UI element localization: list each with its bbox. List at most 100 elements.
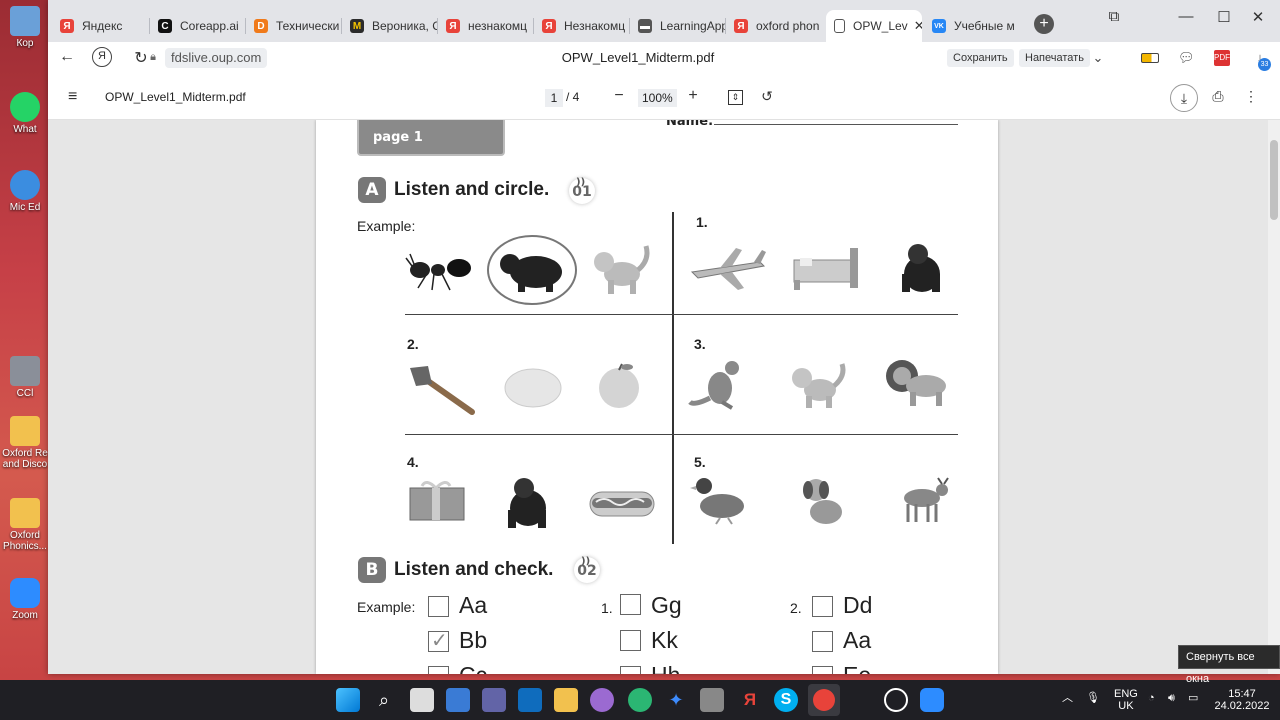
tab[interactable]: Я Незнакомц bbox=[534, 10, 630, 42]
section-a-badge: A bbox=[358, 177, 386, 203]
page-number-input[interactable]: 1 bbox=[545, 89, 563, 107]
maximize-icon[interactable]: ☐ bbox=[1214, 8, 1234, 26]
skype-icon[interactable]: S bbox=[774, 688, 798, 712]
save-button[interactable]: Сохранить bbox=[947, 49, 1014, 67]
document-icon bbox=[834, 19, 845, 33]
checkbox[interactable] bbox=[812, 596, 833, 617]
alice-icon[interactable] bbox=[590, 688, 614, 712]
checkbox[interactable] bbox=[812, 631, 833, 652]
chevron-down-icon[interactable]: ⌄ bbox=[1090, 50, 1106, 66]
letter-option: Hh bbox=[651, 662, 680, 674]
chevron-up-icon[interactable]: ︿ bbox=[1062, 692, 1073, 704]
scrollbar[interactable] bbox=[1268, 120, 1280, 674]
fit-page-icon[interactable]: ⇕ bbox=[728, 90, 743, 105]
folder-icon bbox=[10, 416, 40, 446]
tab-bar: Я Яндекс C Coreapp.ai D Технически M Вероник… bbox=[48, 0, 1280, 42]
audio-track-badge[interactable]: )) 02 bbox=[574, 556, 600, 583]
desktop-icon[interactable]: What bbox=[0, 92, 50, 135]
close-tab-icon[interactable]: ✕ bbox=[914, 18, 922, 34]
media-player-icon[interactable] bbox=[884, 688, 908, 712]
lion-picture bbox=[886, 360, 946, 406]
checkbox[interactable] bbox=[620, 594, 641, 615]
tab[interactable]: VK Учебные м bbox=[924, 10, 1020, 42]
section-a-title: Listen and circle. bbox=[394, 179, 550, 200]
microphone-icon[interactable]: 🎙︎ bbox=[1086, 692, 1100, 704]
minimize-icon[interactable]: — bbox=[1176, 8, 1196, 25]
close-window-icon[interactable]: ✕ bbox=[1248, 8, 1268, 26]
desktop-icon[interactable]: Zoom bbox=[0, 578, 50, 621]
mail-icon[interactable] bbox=[518, 688, 542, 712]
letter-option: Dd bbox=[843, 592, 873, 618]
checkbox[interactable] bbox=[428, 666, 449, 674]
teams-icon[interactable] bbox=[482, 688, 506, 712]
download-button[interactable]: ⤓ bbox=[1170, 84, 1198, 112]
desktop-icon[interactable]: Mic Ed bbox=[0, 170, 50, 213]
yandex-browser-icon[interactable] bbox=[808, 684, 840, 716]
more-options-icon[interactable]: ⋮ bbox=[1242, 88, 1260, 105]
zoom-in-icon[interactable]: + bbox=[684, 87, 702, 105]
tab[interactable]: C Coreapp.ai bbox=[150, 10, 246, 42]
store-icon[interactable] bbox=[700, 688, 724, 712]
language-indicator[interactable]: ENG UK bbox=[1114, 688, 1138, 712]
desktop-icon[interactable]: CCl bbox=[0, 356, 50, 399]
letter-option: Gg bbox=[651, 592, 682, 618]
checkbox[interactable] bbox=[812, 666, 833, 674]
volume-icon[interactable]: 🔊︎ bbox=[1168, 692, 1175, 704]
tab[interactable]: Янезнакомц bbox=[438, 10, 534, 42]
cat-picture bbox=[792, 363, 846, 408]
search-icon[interactable]: ⌕ bbox=[372, 688, 396, 712]
desktop-icon[interactable]: Oxford Re and Disco bbox=[0, 416, 50, 470]
audio-track-badge[interactable]: )) 01 bbox=[569, 177, 595, 204]
new-tab-button[interactable]: + bbox=[1034, 14, 1054, 34]
file-explorer-icon[interactable] bbox=[554, 688, 578, 712]
chat-icon[interactable]: 💬︎ bbox=[1178, 50, 1195, 66]
page-total: / 4 bbox=[566, 90, 580, 104]
tab[interactable]: M Вероника, С bbox=[342, 10, 438, 42]
dropbox-icon[interactable]: ✦ bbox=[664, 688, 688, 712]
clock[interactable]: 15:47 24.02.2022 bbox=[1214, 688, 1270, 712]
pdf-file-name: OPW_Level1_Midterm.pdf bbox=[105, 90, 246, 104]
pdf-viewer[interactable]: page 1 Name: A Listen and circle. )) 01 E… bbox=[48, 120, 1280, 674]
zoom-icon[interactable] bbox=[920, 688, 944, 712]
item-number: 2. bbox=[407, 336, 419, 352]
battery-icon[interactable]: ▭ bbox=[1188, 692, 1198, 704]
yandex-icon[interactable]: Я bbox=[738, 688, 762, 712]
desktop-icon[interactable]: Oxford Phonics... bbox=[0, 498, 50, 552]
edge-icon[interactable] bbox=[628, 688, 652, 712]
tab[interactable]: Яoxford phon bbox=[726, 10, 822, 42]
audio-icon: )) bbox=[581, 556, 591, 567]
downloads-badge: 33 bbox=[1258, 58, 1271, 71]
rotate-icon[interactable]: ↺ bbox=[758, 88, 776, 105]
pdf-extension-icon[interactable]: PDF bbox=[1214, 50, 1230, 66]
apple-picture bbox=[599, 363, 639, 408]
tab-active[interactable]: OPW_Lev ✕ bbox=[826, 10, 922, 42]
tab[interactable]: Я Яндекс bbox=[52, 10, 150, 42]
duck-picture bbox=[690, 478, 744, 525]
name-label: Name: bbox=[666, 120, 714, 129]
zoom-out-icon[interactable]: − bbox=[610, 87, 628, 105]
desktop-icon[interactable]: Кор bbox=[0, 6, 50, 49]
print-icon[interactable]: ⎙ bbox=[1209, 88, 1227, 105]
bed-picture bbox=[793, 248, 858, 290]
tab-favicon-icon: C bbox=[158, 19, 172, 33]
task-view-icon[interactable] bbox=[410, 688, 434, 712]
checkbox[interactable] bbox=[428, 596, 449, 617]
zoom-level[interactable]: 100% bbox=[638, 89, 677, 107]
scrollbar-thumb[interactable] bbox=[1270, 140, 1278, 220]
print-button[interactable]: Напечатать bbox=[1019, 49, 1090, 67]
tab-groups-icon[interactable]: ⧉ bbox=[1104, 8, 1124, 25]
menu-icon[interactable]: ≡ bbox=[68, 88, 77, 106]
widgets-icon[interactable] bbox=[446, 688, 470, 712]
kangaroo-picture bbox=[688, 361, 739, 410]
tab[interactable]: ▬ LearningApp bbox=[630, 10, 726, 42]
checkbox[interactable] bbox=[620, 666, 641, 674]
start-icon[interactable] bbox=[336, 688, 360, 712]
taskbar: ⌕ ✦ Я S ︿ 🎙︎ ENG UK ◔ 🔊︎ ▭ 15:47 24.02.202… bbox=[0, 680, 1280, 720]
cat-picture bbox=[594, 245, 650, 294]
tab[interactable]: D Технически bbox=[246, 10, 342, 42]
checkbox[interactable] bbox=[620, 630, 641, 651]
battery-saver-icon[interactable] bbox=[1141, 53, 1159, 63]
wifi-icon[interactable]: ◔ bbox=[1148, 692, 1155, 704]
plane-picture bbox=[690, 248, 766, 290]
checkbox-checked[interactable] bbox=[428, 628, 449, 652]
